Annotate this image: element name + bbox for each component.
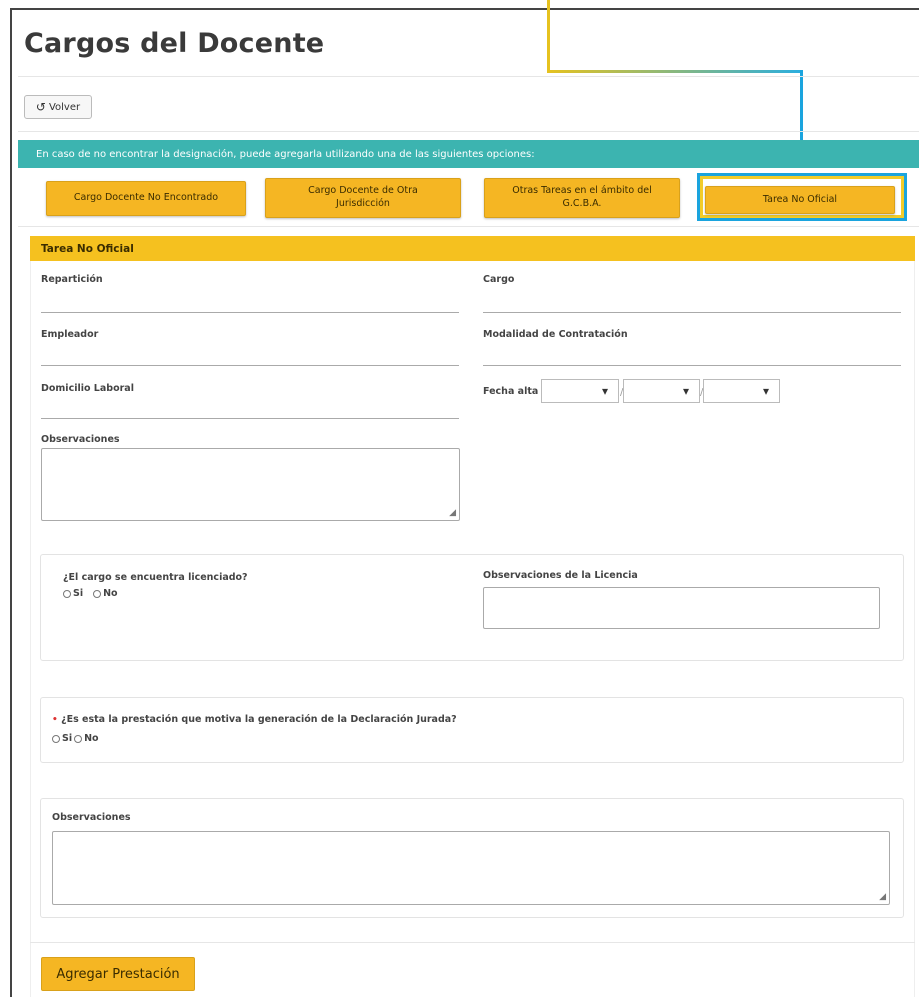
page-title: Cargos del Docente — [24, 28, 325, 59]
divider — [18, 131, 919, 132]
option-otras-tareas-button[interactable]: Otras Tareas en el ámbito del G.C.B.A. — [484, 178, 680, 218]
licencia-obs-label: Observaciones de la Licencia — [483, 570, 638, 581]
fecha-anio-select[interactable]: ▾ — [703, 379, 780, 403]
annotation-line — [547, 0, 550, 73]
cargo-label: Cargo — [483, 274, 515, 285]
observaciones-label: Observaciones — [41, 434, 120, 445]
chevron-down-icon: ▾ — [762, 384, 769, 398]
resize-handle-icon[interactable]: ◢ — [879, 892, 886, 902]
undo-icon: ↺ — [35, 100, 46, 114]
divider — [30, 942, 915, 943]
required-mark: • — [52, 715, 58, 725]
reparticion-field[interactable] — [41, 312, 459, 313]
dj-section — [40, 697, 904, 763]
licencia-obs-input[interactable] — [483, 587, 880, 629]
divider — [18, 76, 919, 77]
observaciones2-label: Observaciones — [52, 812, 131, 823]
domicilio-label: Domicilio Laboral — [41, 383, 134, 394]
domicilio-field[interactable] — [41, 418, 459, 419]
back-button-label: Volver — [48, 101, 81, 113]
back-button[interactable]: ↺ Volver — [24, 95, 92, 119]
annotation-line — [800, 70, 803, 150]
fecha-mes-select[interactable]: ▾ — [623, 379, 700, 403]
dj-si-label: Si — [62, 733, 73, 744]
dj-question: ¿Es esta la prestación que motiva la gen… — [61, 714, 457, 725]
observaciones2-textarea[interactable]: ◢ — [52, 831, 890, 905]
fecha-dia-select[interactable]: ▾ — [541, 379, 619, 403]
option-tarea-no-oficial-button[interactable]: Tarea No Oficial — [705, 186, 895, 214]
resize-handle-icon[interactable]: ◢ — [449, 508, 456, 518]
dj-radio-group: Si No — [52, 733, 99, 744]
chevron-down-icon: ▾ — [601, 384, 608, 398]
fecha-alta-label: Fecha alta — [483, 386, 539, 397]
observaciones-textarea[interactable]: ◢ — [41, 448, 460, 521]
dj-question-row: • ¿Es esta la prestación que motiva la g… — [52, 714, 457, 725]
dj-no-label: No — [84, 733, 99, 744]
chevron-down-icon: ▾ — [682, 384, 689, 398]
divider — [18, 226, 919, 227]
dj-si-radio[interactable] — [52, 734, 60, 743]
licencia-question: ¿El cargo se encuentra licenciado? — [63, 572, 248, 583]
cargo-field[interactable] — [483, 312, 901, 313]
modalidad-label: Modalidad de Contratación — [483, 329, 628, 340]
panel-title: Tarea No Oficial — [30, 236, 915, 261]
licencia-radio-group: Si No — [63, 588, 118, 599]
licencia-si-label: Si — [73, 588, 84, 599]
agregar-prestacion-button[interactable]: Agregar Prestación — [41, 957, 195, 991]
option-otra-jurisdiccion-button[interactable]: Cargo Docente de Otra Jurisdicción — [265, 178, 461, 218]
info-bar: En caso de no encontrar la designación, … — [18, 140, 919, 168]
annotation-line — [547, 70, 803, 73]
licencia-no-radio[interactable] — [93, 589, 102, 598]
licencia-no-label: No — [103, 588, 118, 599]
empleador-label: Empleador — [41, 329, 99, 340]
option-cargo-no-encontrado-button[interactable]: Cargo Docente No Encontrado — [46, 181, 246, 216]
licencia-si-radio[interactable] — [63, 589, 71, 598]
empleador-field[interactable] — [41, 365, 459, 366]
reparticion-label: Repartición — [41, 274, 103, 285]
modalidad-field[interactable] — [483, 365, 901, 366]
dj-no-radio[interactable] — [74, 734, 83, 743]
